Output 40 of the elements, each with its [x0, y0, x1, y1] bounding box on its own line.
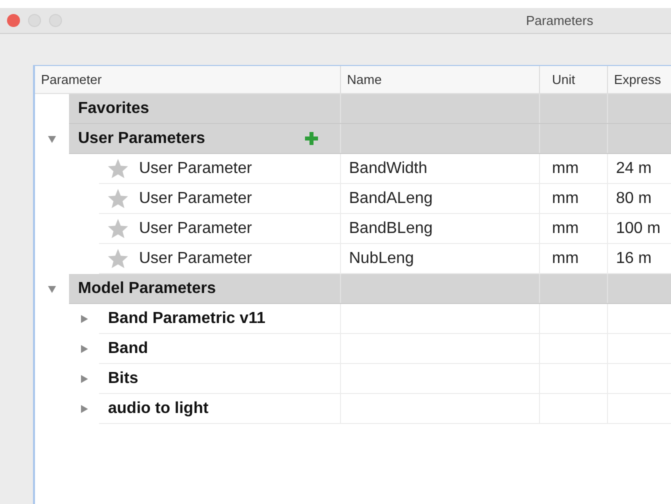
expression-cell-text: 16 m: [616, 248, 652, 268]
collapsed-triangle-icon[interactable]: [79, 314, 89, 324]
group-label: Favorites: [78, 98, 150, 118]
unit-cell-text: mm: [552, 188, 579, 208]
name-cell-text: BandBLeng: [349, 218, 433, 238]
unit-cell-text: mm: [552, 218, 579, 238]
parameter-label: User Parameter: [139, 248, 252, 268]
star-icon[interactable]: [107, 158, 129, 179]
star-icon[interactable]: [107, 188, 129, 209]
unit-cell-text: mm: [552, 158, 579, 178]
expanded-triangle-icon[interactable]: [47, 284, 57, 294]
window-title: Parameters: [526, 12, 594, 30]
column-header[interactable]: Express: [614, 70, 661, 90]
star-icon[interactable]: [107, 248, 129, 269]
close-button[interactable]: [7, 14, 20, 27]
group-label[interactable]: audio to light: [108, 396, 208, 420]
group-label[interactable]: Band Parametric v11: [108, 306, 266, 330]
unit-cell-text: mm: [552, 248, 579, 268]
collapsed-triangle-icon[interactable]: [79, 404, 89, 414]
expanded-triangle-icon[interactable]: [47, 134, 57, 144]
group-label[interactable]: Bits: [108, 366, 138, 390]
name-cell-text: BandALeng: [349, 188, 433, 208]
group-label[interactable]: Band: [108, 336, 148, 360]
column-header[interactable]: Parameter: [41, 70, 102, 90]
collapsed-triangle-icon[interactable]: [79, 374, 89, 384]
group-label: Model Parameters: [78, 278, 216, 298]
group-label: User Parameters: [78, 128, 206, 148]
column-header[interactable]: Name: [347, 70, 382, 90]
name-cell-text: NubLeng: [349, 248, 414, 268]
expression-cell-text: 24 m: [616, 158, 652, 178]
expression-cell-text: 80 m: [616, 188, 652, 208]
column-header[interactable]: Unit: [552, 70, 576, 90]
collapsed-triangle-icon[interactable]: [79, 344, 89, 354]
parameter-label: User Parameter: [139, 158, 252, 178]
parameter-label: User Parameter: [139, 188, 252, 208]
name-cell-text: BandWidth: [349, 158, 428, 178]
plus-icon[interactable]: [305, 132, 318, 145]
expression-cell-text: 100 m: [616, 218, 660, 238]
star-icon[interactable]: [107, 218, 129, 239]
parameter-label: User Parameter: [139, 218, 252, 238]
